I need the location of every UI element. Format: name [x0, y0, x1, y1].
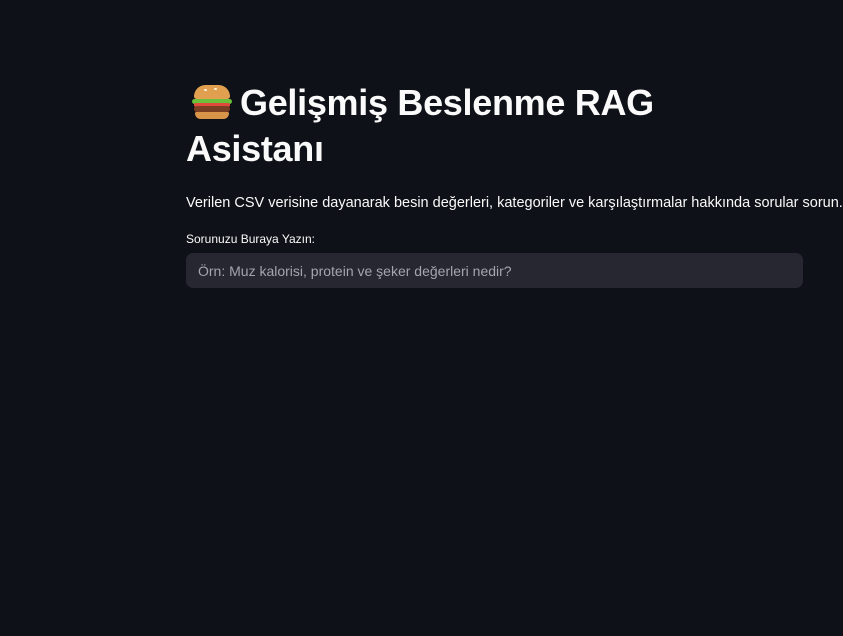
question-input-label: Sorunuzu Buraya Yazın:: [186, 232, 315, 246]
app-container: Gelişmiş Beslenme RAG Asistanı Verilen C…: [0, 0, 843, 636]
page-title: Gelişmiş Beslenme RAG Asistanı: [186, 80, 686, 172]
main-content: Gelişmiş Beslenme RAG Asistanı Verilen C…: [186, 80, 843, 288]
question-input-container[interactable]: [186, 253, 803, 288]
page-title-text: Gelişmiş Beslenme RAG Asistanı: [186, 82, 654, 169]
page-description: Verilen CSV verisine dayanarak besin değ…: [186, 195, 843, 211]
question-input[interactable]: [187, 254, 802, 287]
hamburger-icon: [192, 85, 232, 119]
